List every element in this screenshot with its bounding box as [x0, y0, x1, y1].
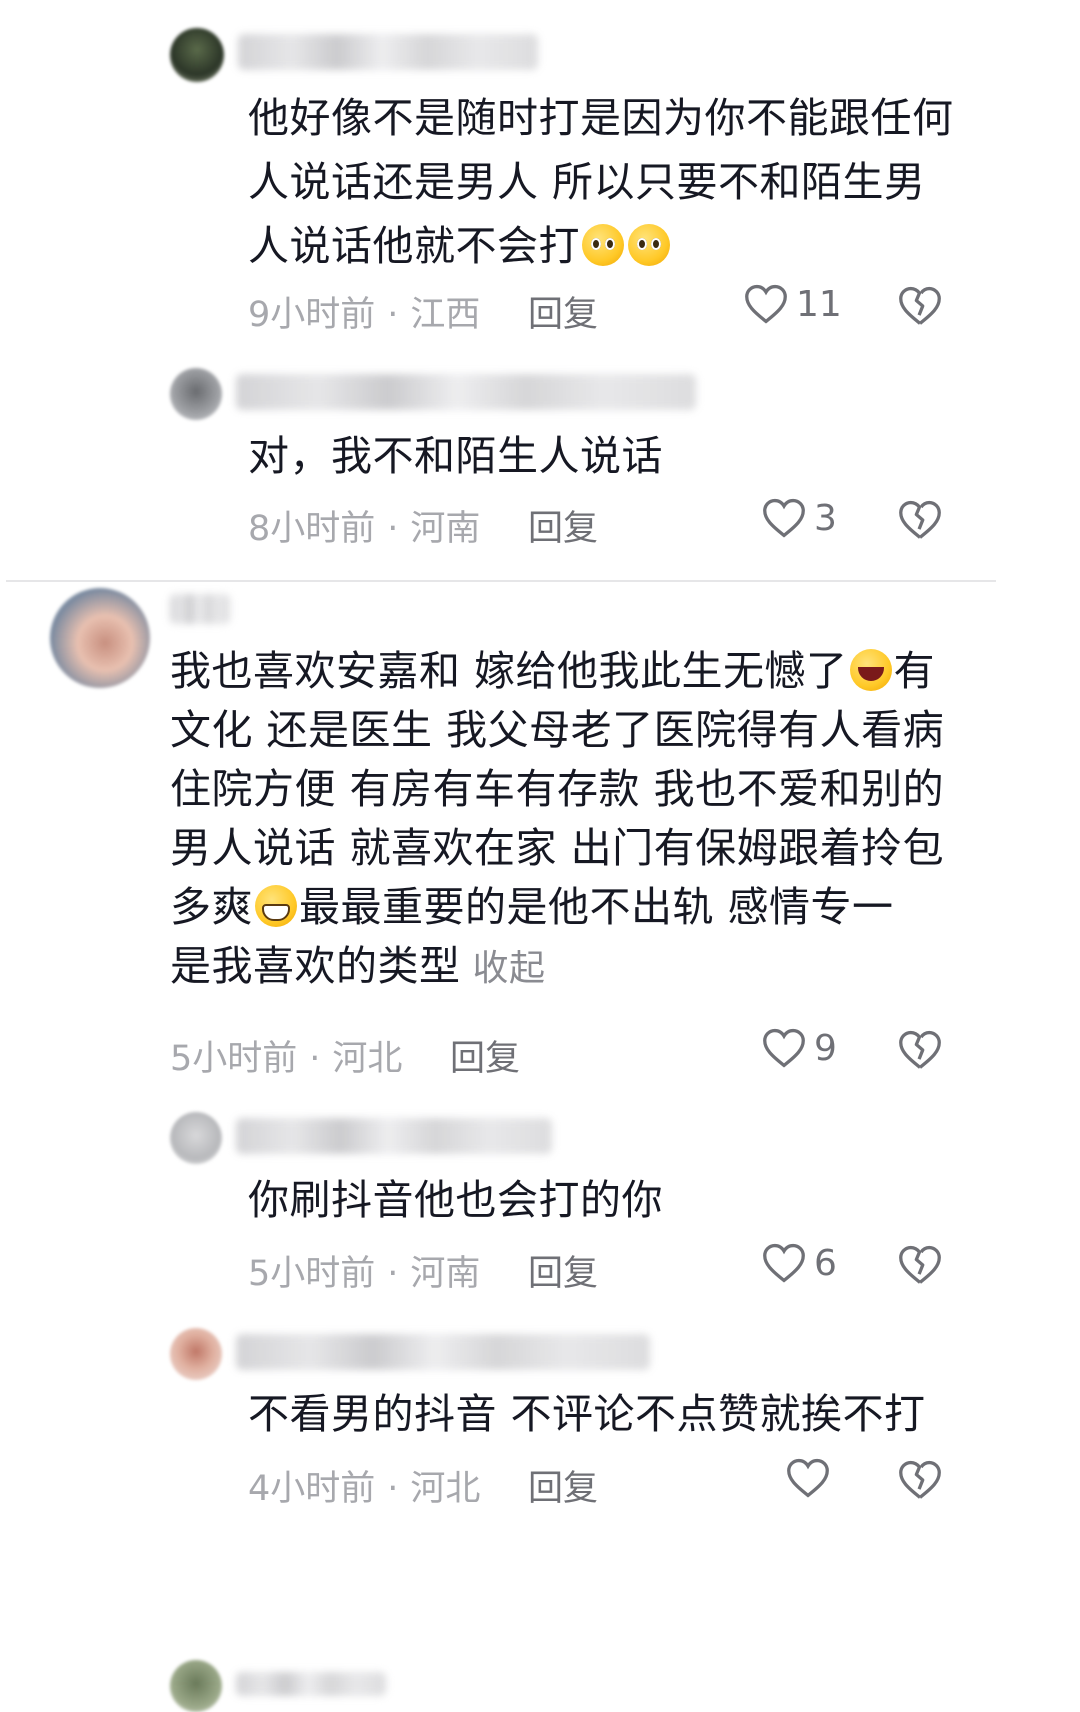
reply-button[interactable]: 回复	[528, 500, 598, 551]
avatar[interactable]	[170, 1112, 222, 1164]
dislike-button[interactable]	[898, 1029, 942, 1071]
like-count: 11	[796, 283, 842, 325]
comment-text: 你刷抖音他也会打的你	[248, 1176, 663, 1224]
like-button[interactable]: 11	[744, 283, 842, 325]
avatar[interactable]	[170, 1328, 222, 1380]
timestamp: 5小时前	[170, 1039, 298, 1079]
pleading-face-emoji	[582, 224, 624, 266]
comment-text: 我也喜欢安嘉和 嫁给他我此生无憾了有 文化 还是医生 我父母老了医院得有人看病 …	[170, 647, 945, 990]
crying-laughing-emoji	[849, 649, 892, 691]
location: 河南	[410, 509, 481, 549]
like-button[interactable]: 9	[762, 1027, 837, 1069]
dislike-button[interactable]	[898, 1244, 942, 1286]
username-blurred[interactable]	[236, 374, 696, 410]
like-count: 6	[814, 1242, 837, 1284]
broken-heart-icon	[899, 500, 941, 539]
username-blurred[interactable]	[236, 1334, 650, 1370]
comment-meta: 5小时前 · 河南	[248, 1254, 481, 1294]
avatar[interactable]	[170, 28, 224, 82]
heart-outline-icon	[763, 1243, 805, 1283]
like-button[interactable]	[786, 1457, 838, 1499]
reply-button[interactable]: 回复	[528, 1460, 598, 1511]
dislike-button[interactable]	[898, 499, 942, 541]
username-blurred[interactable]	[238, 34, 538, 70]
like-count: 3	[814, 497, 837, 539]
location: 江西	[410, 295, 481, 335]
section-divider	[6, 580, 996, 582]
timestamp: 8小时前	[248, 509, 376, 549]
comment-meta: 4小时前 · 河北	[248, 1469, 481, 1509]
timestamp: 5小时前	[248, 1254, 376, 1294]
avatar[interactable]	[50, 588, 150, 688]
reply-button[interactable]: 回复	[528, 286, 598, 337]
like-button[interactable]: 6	[762, 1242, 837, 1284]
username-blurred[interactable]	[236, 1118, 552, 1154]
heart-outline-icon	[763, 498, 805, 538]
like-count: 9	[814, 1027, 837, 1069]
comment-meta: 5小时前 · 河北	[170, 1039, 403, 1079]
comment-text: 对，我不和陌生人说话	[248, 432, 663, 480]
username-blurred[interactable]	[170, 594, 230, 624]
heart-outline-icon	[763, 1028, 805, 1068]
location: 河北	[410, 1469, 481, 1509]
avatar[interactable]	[170, 368, 222, 420]
timestamp: 9小时前	[248, 295, 376, 335]
broken-heart-icon	[899, 1245, 941, 1284]
like-button[interactable]: 3	[762, 497, 837, 539]
location: 河北	[332, 1039, 403, 1079]
heart-outline-icon	[745, 284, 787, 324]
username-blurred[interactable]	[236, 1672, 386, 1696]
grinning-face-emoji	[255, 885, 297, 927]
reply-button[interactable]: 回复	[528, 1245, 598, 1296]
pleading-face-emoji	[628, 224, 670, 266]
comment-meta: 9小时前 · 江西	[248, 295, 481, 335]
reply-button[interactable]: 回复	[450, 1030, 520, 1081]
comment-meta: 8小时前 · 河南	[248, 509, 481, 549]
location: 河南	[410, 1254, 481, 1294]
broken-heart-icon	[899, 1460, 941, 1499]
heart-outline-icon	[787, 1458, 829, 1498]
dislike-button[interactable]	[898, 285, 942, 327]
broken-heart-icon	[899, 286, 941, 325]
comment-text: 他好像不是随时打是因为你不能跟任何 人说话还是男人 所以只要不和陌生男 人说话他…	[248, 94, 954, 270]
dislike-button[interactable]	[898, 1459, 942, 1501]
timestamp: 4小时前	[248, 1469, 376, 1509]
broken-heart-icon	[899, 1030, 941, 1069]
collapse-link[interactable]: 收起	[473, 948, 546, 989]
comment-text: 不看男的抖音 不评论不点赞就挨不打	[248, 1390, 926, 1438]
avatar[interactable]	[170, 1660, 222, 1712]
